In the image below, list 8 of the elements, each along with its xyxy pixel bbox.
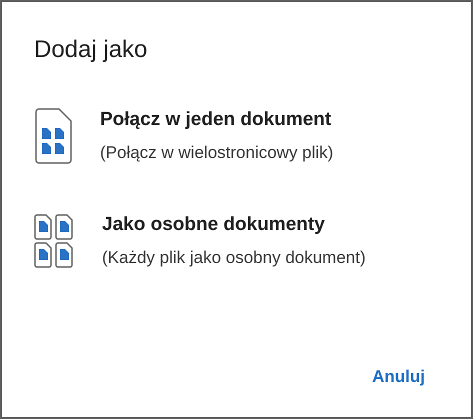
documents-grid-icon <box>34 214 74 268</box>
cancel-button[interactable]: Anuluj <box>370 363 427 391</box>
option-title[interactable]: Połącz w jeden dokument <box>100 109 334 131</box>
option-description: (Każdy plik jako osobny dokument) <box>102 248 366 268</box>
dialog-title: Dodaj jako <box>34 35 148 65</box>
option-title[interactable]: Jako osobne dokumenty <box>102 214 366 236</box>
option-description: (Połącz w wielostronicowy plik) <box>100 143 334 163</box>
document-stack-icon <box>34 108 72 164</box>
